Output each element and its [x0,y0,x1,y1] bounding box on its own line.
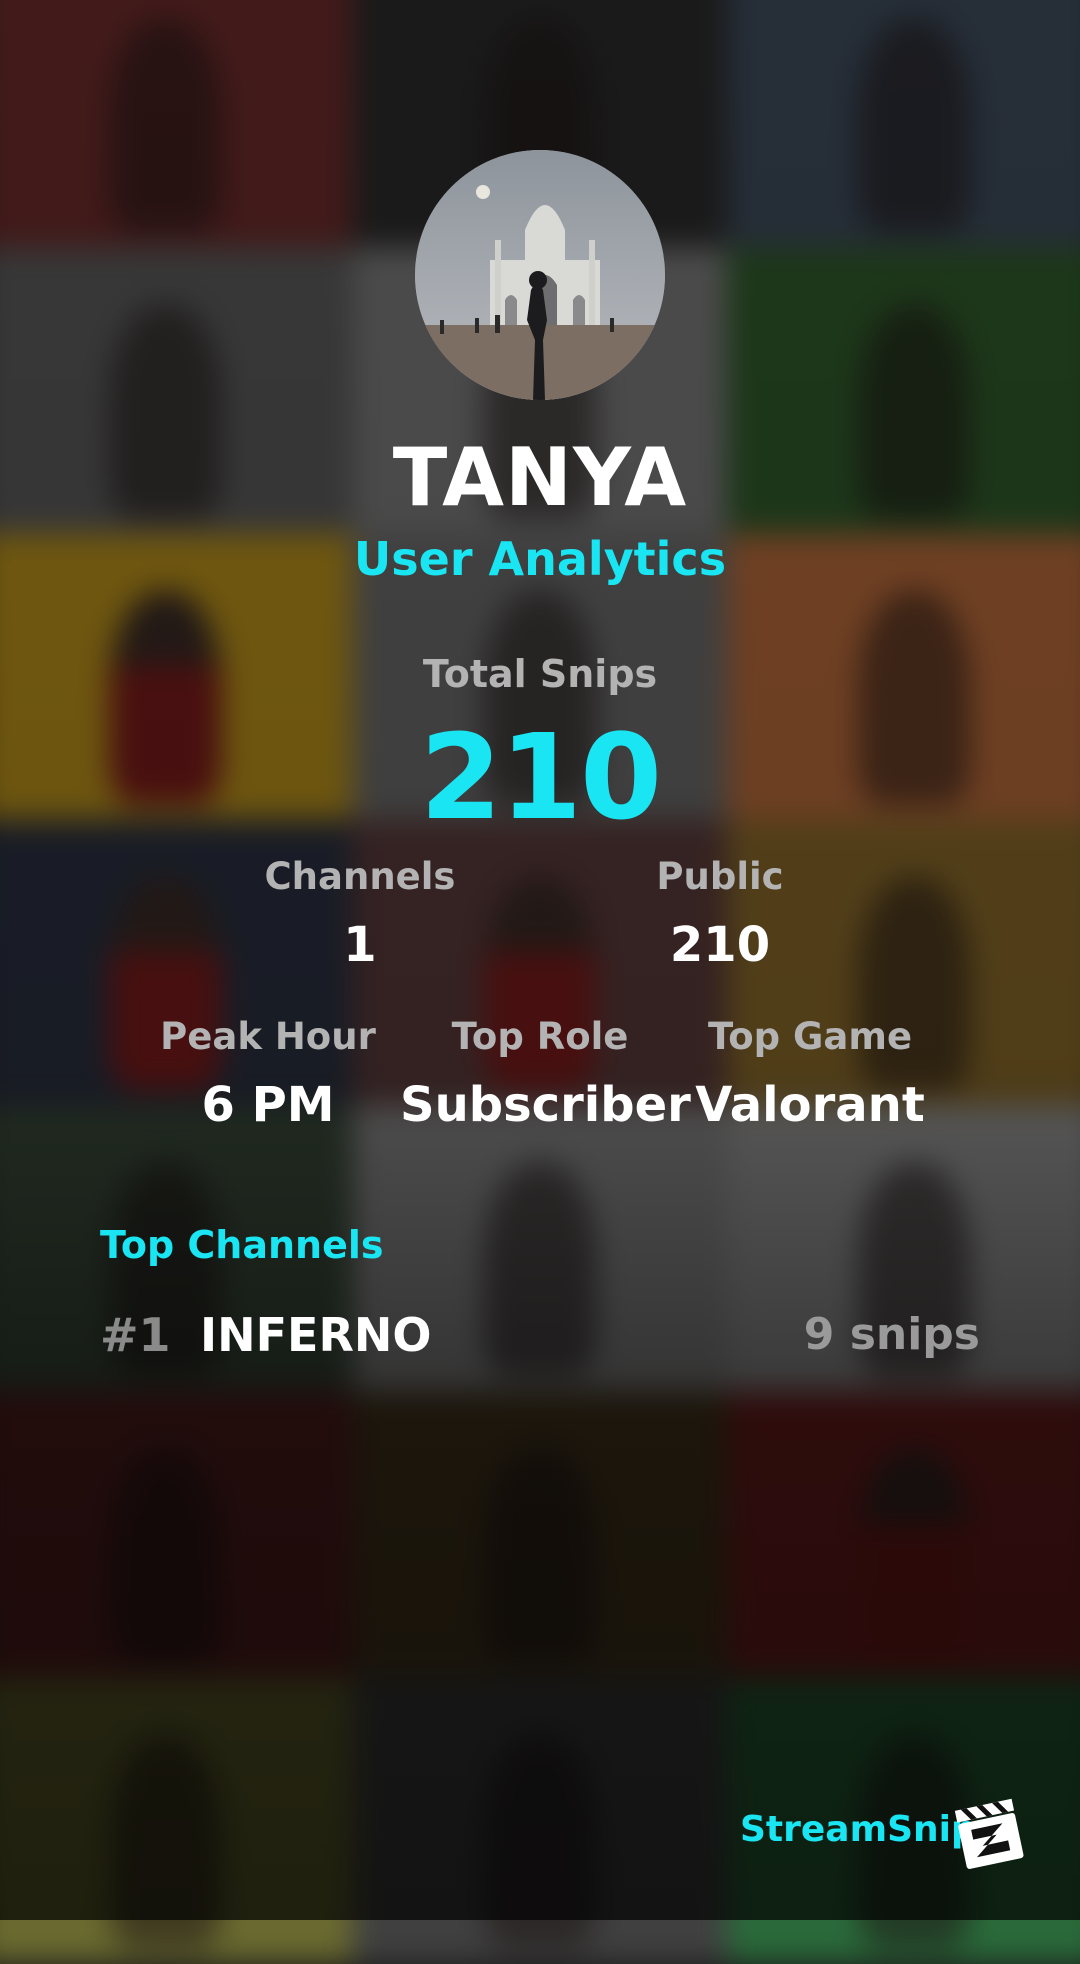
stat-channels: Channels 1 [240,858,480,969]
list-item: #1 INFERNO 9 snips [100,1305,980,1365]
stat-public: Public 210 [600,858,840,969]
stat-top-game: Top Game Valorant [690,1018,930,1129]
total-snips-value: 210 [419,708,662,846]
stat-label: Top Role [451,1015,629,1058]
analytics-card: TANYA User Analytics Total Snips 210 Cha… [0,0,1080,1920]
avatar-photo [415,150,665,400]
user-name: TANYA [392,431,688,524]
stat-value: Valorant [695,1077,925,1133]
channel-rank: #1 [100,1308,171,1362]
stat-top-role: Top Role Subscriber [400,1015,691,1133]
top-channels-title: Top Channels [100,1223,384,1267]
total-snips-label: Total Snips [422,652,658,696]
stat-value: Subscriber [400,1077,691,1133]
stat-label: Channels [264,855,456,898]
stat-value: 210 [669,917,771,973]
brand-name: StreamSnip [740,1809,977,1850]
stat-value: 1 [343,917,377,973]
stat-peak-hour: Peak Hour 6 PM [148,1018,388,1129]
stat-label: Top Game [707,1015,913,1058]
stat-label: Peak Hour [160,1015,376,1058]
avatar [415,150,665,400]
page-subtitle: User Analytics [353,532,727,586]
stat-value: 6 PM [201,1077,335,1133]
channel-snip-count: 9 snips [803,1309,980,1360]
stat-label: Public [656,855,784,898]
clapperboard-icon [954,1798,1024,1869]
channel-name: INFERNO [200,1308,432,1362]
